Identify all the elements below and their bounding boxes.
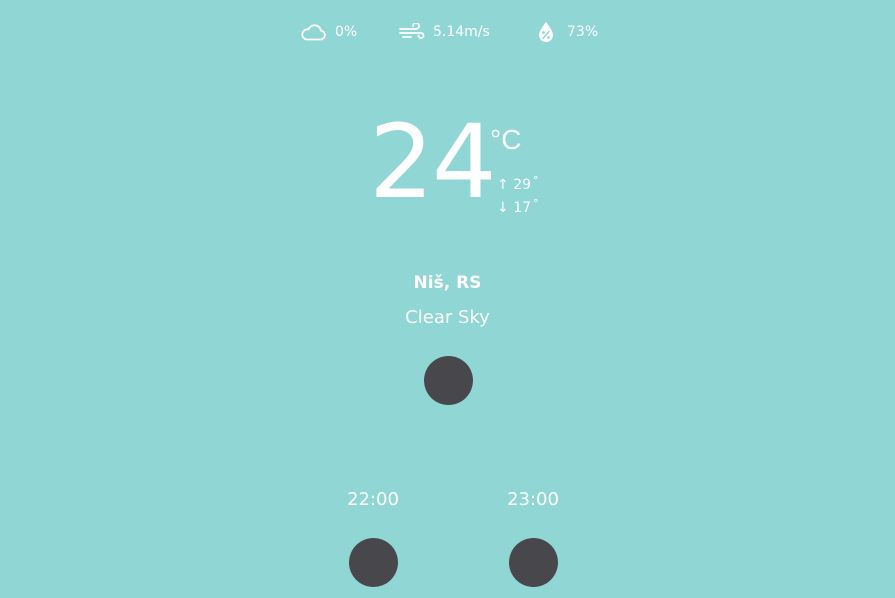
wind-stat: 5.14m/s <box>399 20 490 44</box>
low-temperature: ↓ 17 ° <box>497 198 539 215</box>
weather-stats-bar: 0% 5.14m/s 73% <box>0 20 895 44</box>
location-name: Niš, RS <box>413 273 482 293</box>
current-temperature: 24 <box>369 103 497 222</box>
humidity-drop-icon <box>537 21 555 43</box>
hourly-weather-icon <box>349 538 398 587</box>
temperature-unit: °C <box>490 124 522 155</box>
humidity-stat: 73% <box>537 20 598 44</box>
cloudiness-value: 0% <box>335 24 358 40</box>
wind-icon <box>399 23 425 41</box>
humidity-value: 73% <box>567 24 599 40</box>
wind-speed-value: 5.14m/s <box>433 24 490 40</box>
high-temperature: ↑ 29 ° <box>497 175 539 192</box>
arrow-up-icon: ↑ <box>497 177 509 193</box>
low-temperature-value: 17 <box>513 200 532 216</box>
degree-symbol: ° <box>533 174 539 187</box>
cloudiness-stat: 0% <box>300 20 357 44</box>
current-weather-icon <box>424 356 473 405</box>
arrow-down-icon: ↓ <box>497 200 509 216</box>
degree-symbol: ° <box>533 197 539 210</box>
weather-description: Clear Sky <box>405 307 490 328</box>
cloud-icon <box>300 22 327 42</box>
hourly-time: 23:00 <box>507 489 559 510</box>
hourly-weather-icon <box>509 538 558 587</box>
high-temperature-value: 29 <box>513 177 532 193</box>
hourly-time: 22:00 <box>347 489 399 510</box>
